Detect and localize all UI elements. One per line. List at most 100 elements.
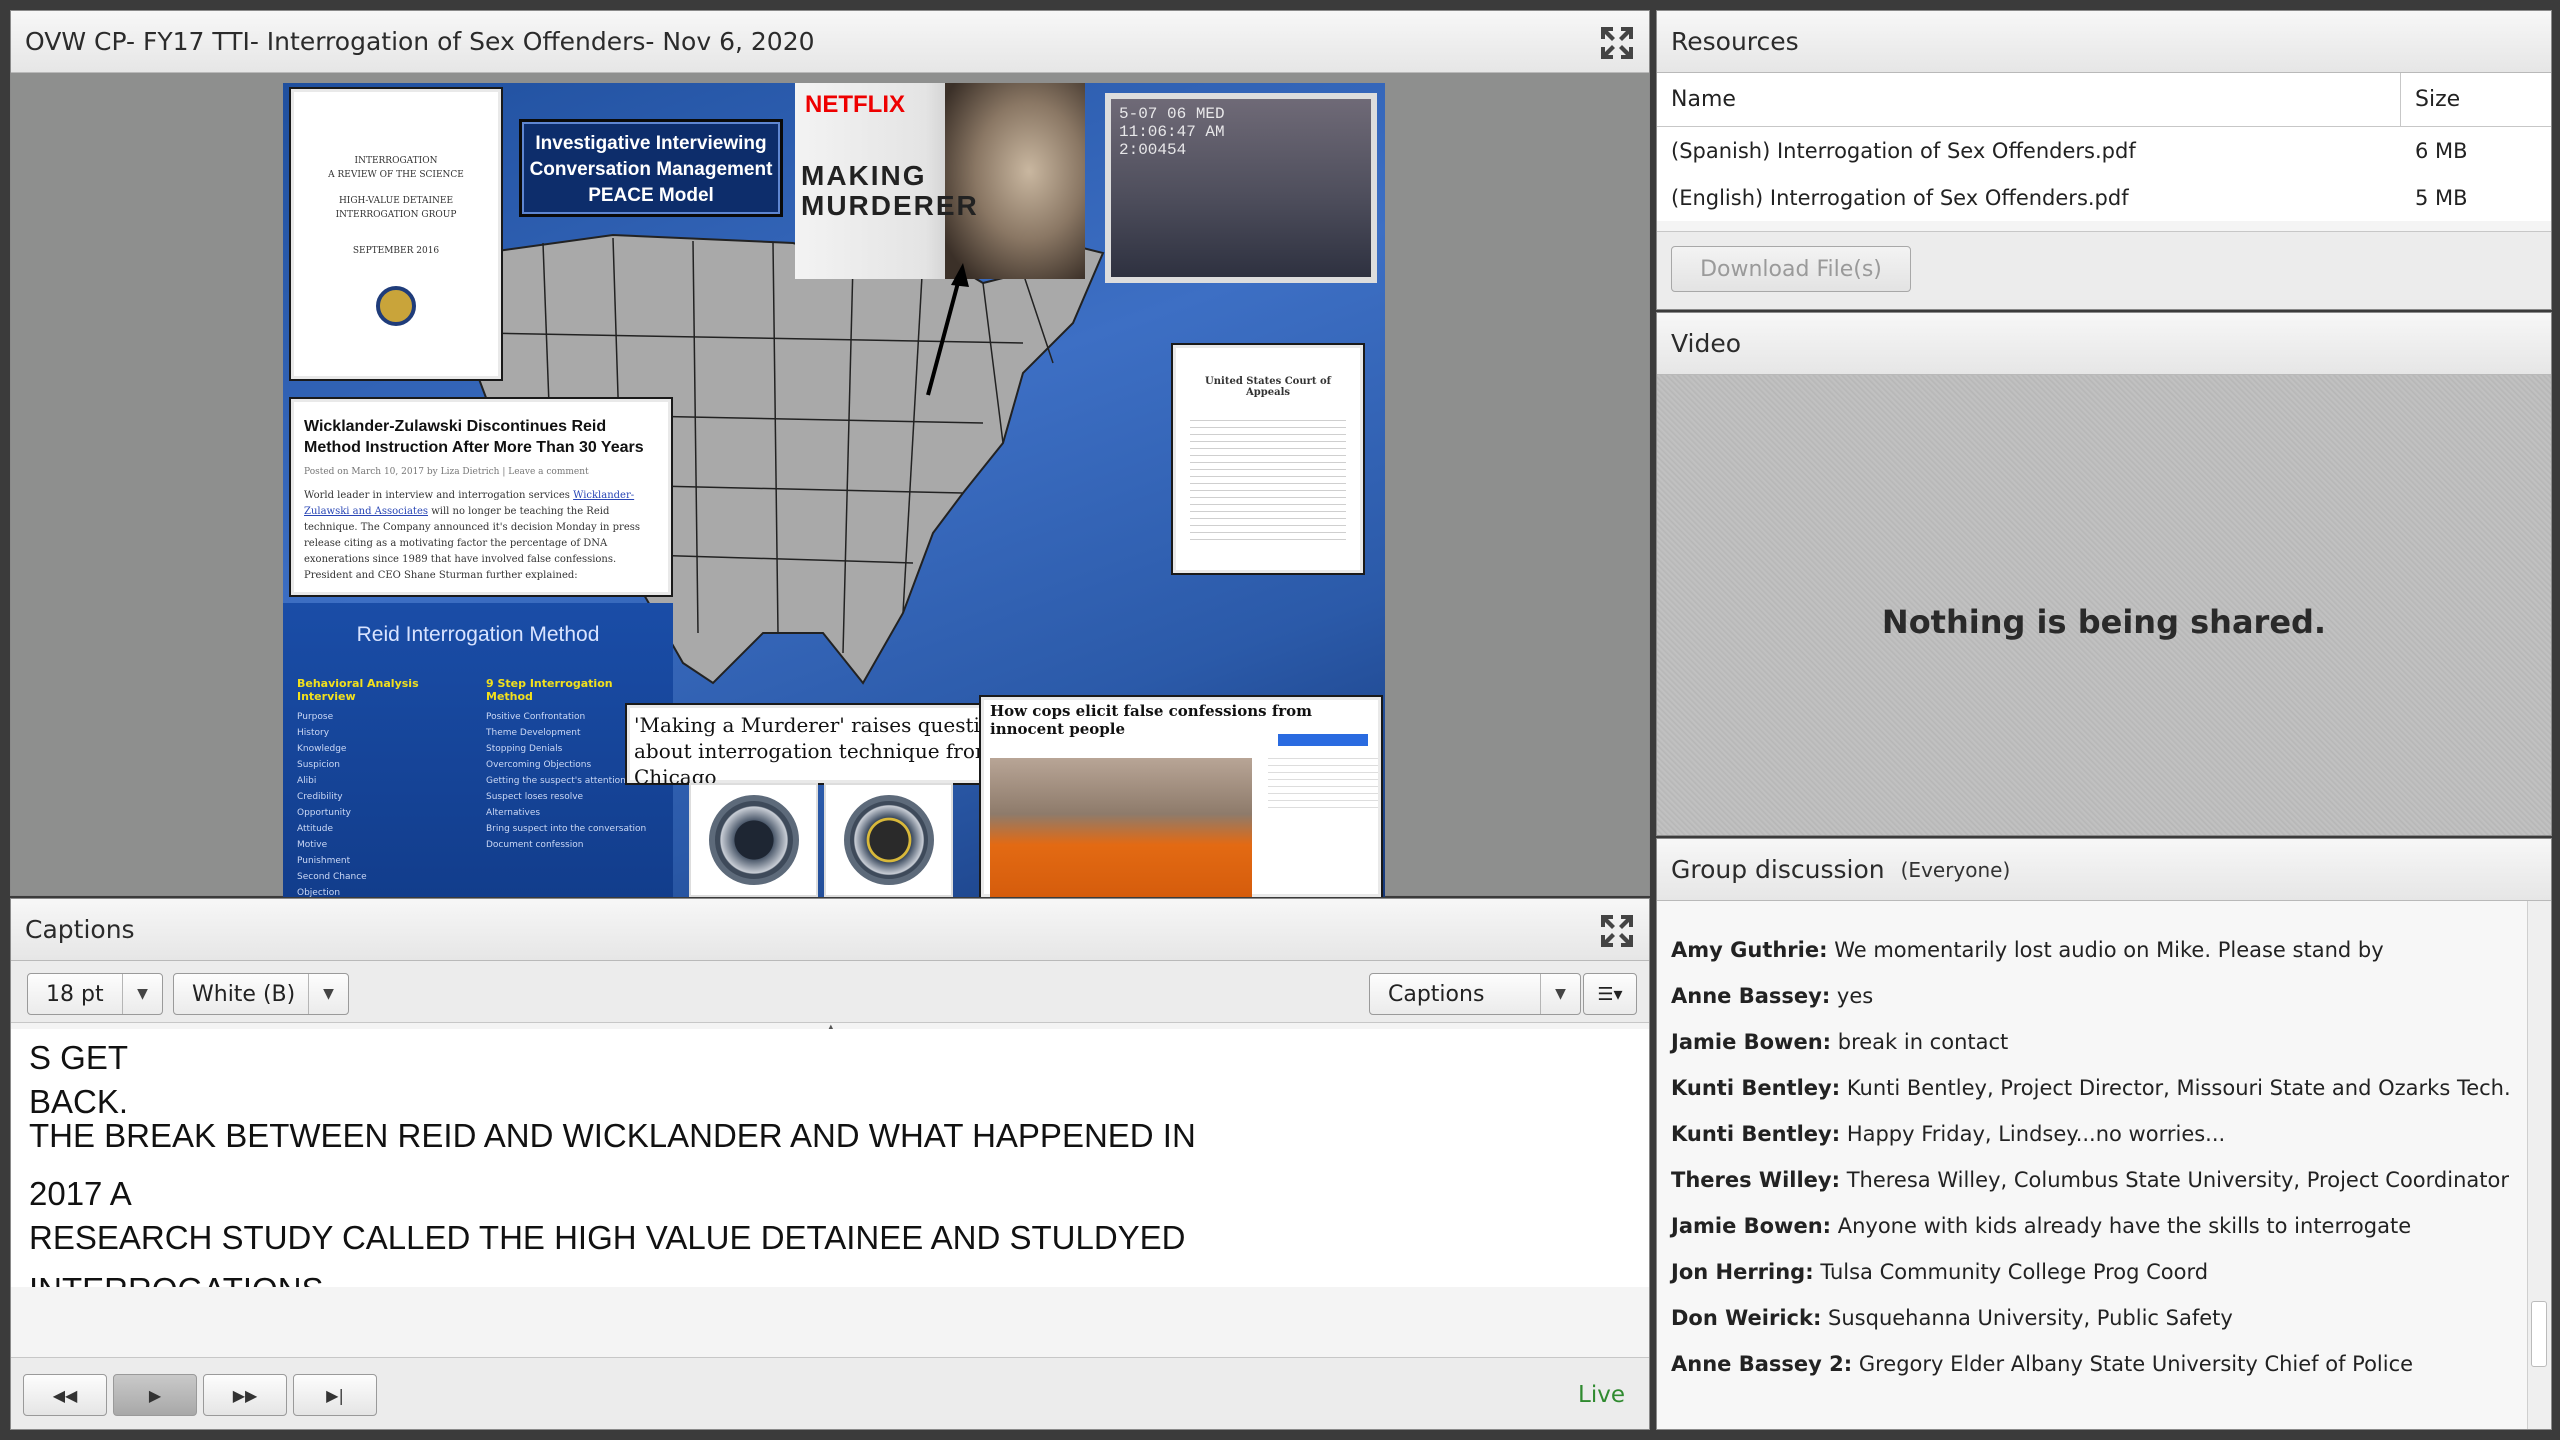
reid-list-item: Knowledge (297, 744, 347, 754)
fullscreen-icon[interactable] (1599, 25, 1635, 61)
chat-user: Don Weirick: (1671, 1306, 1822, 1330)
play-icon: ▶ (148, 1385, 162, 1405)
captions-toolbar: 18 pt ▼ White (B) ▼ Captions ▼ ☰▾ (11, 961, 1649, 1023)
table-row[interactable]: (English) Interrogation of Sex Offenders… (1657, 174, 2551, 221)
video-pod: Video Nothing is being shared. (1656, 312, 2552, 836)
reid-list-item: Document confession (486, 840, 584, 850)
doc-cover-line: HIGH-VALUE DETAINEE INTERROGATION GROUP (335, 196, 457, 220)
presentation-slide: INTERROGATION A REVIEW OF THE SCIENCE HI… (283, 83, 1385, 897)
chat-text: yes (1836, 984, 1874, 1008)
chat-text: Gregory Elder Albany State University Ch… (1858, 1352, 2414, 1376)
chat-user: Kunti Bentley: (1671, 1076, 1841, 1100)
reid-col-head: Behavioral Analysis Interview (297, 677, 419, 703)
doc-cover-line: SEPTEMBER 2016 (352, 246, 440, 256)
caption-mode-dropdown[interactable]: Captions ▼ (1369, 973, 1581, 1015)
netflix-logo: NETFLIX (805, 91, 905, 118)
chevron-down-icon: ▼ (308, 974, 348, 1014)
captions-pod: Captions 18 pt ▼ White (B) ▼ Captions ▼ … (10, 898, 1650, 1430)
video-pod-header: Video (1657, 313, 2551, 375)
chat-text: Happy Friday, Lindsey...no worries... (1846, 1122, 2226, 1146)
reid-list-item: Purpose (297, 712, 334, 722)
table-header: Name Size (1657, 73, 2551, 127)
seal-icon (376, 286, 416, 326)
video-timestamp: 5-07 06 MED 11:06:47 AM 2:00454 (1119, 105, 1225, 159)
wz-article-meta: Posted on March 10, 2017 by Liza Dietric… (304, 467, 589, 477)
chat-text: Theresa Willey, Columbus State Universit… (1846, 1168, 2509, 1192)
caption-line: BACK. (29, 1083, 129, 1120)
timestamp-line: 5-07 06 MED (1119, 105, 1225, 123)
netflix-poster: NETFLIX MAKING MURDERER (795, 83, 1085, 279)
news-article: How cops elicit false confessions from i… (981, 697, 1381, 897)
chat-pod-header: Group discussion (Everyone) (1657, 839, 2551, 901)
caption-line: THE BREAK BETWEEN REID AND WICKLANDER AN… (29, 1117, 1196, 1154)
defendant-photo (990, 758, 1252, 897)
chat-pod: Group discussion (Everyone) Amy Guthrie:… (1656, 838, 2552, 1430)
timestamp-line: 2:00454 (1119, 141, 1187, 159)
caption-text-area: S GET BACK. THE BREAK BETWEEN REID AND W… (11, 1029, 1649, 1287)
peace-line: Conversation Management (529, 159, 773, 180)
reid-list-item: Motive (297, 840, 328, 850)
caption-line: INTERROGATIONS (29, 1261, 1631, 1287)
menu-button[interactable]: ☰▾ (1583, 973, 1637, 1015)
chat-message: Kunti Bentley: Kunti Bentley, Project Di… (1671, 1065, 2513, 1111)
murder-headline: 'Making a Murderer' raises questions abo… (627, 705, 1025, 789)
chat-user: Kunti Bentley: (1671, 1122, 1841, 1146)
color-dropdown[interactable]: White (B) ▼ (173, 973, 349, 1015)
resources-pod-title: Resources (1671, 27, 1799, 56)
captions-pod-header: Captions (11, 899, 1649, 961)
chat-text: Kunti Bentley, Project Director, Missour… (1846, 1076, 2511, 1100)
chat-message: Amy Guthrie: We momentarily lost audio o… (1671, 927, 2513, 973)
file-size: 5 MB (2415, 185, 2468, 210)
scrollbar-thumb[interactable] (2531, 1301, 2547, 1367)
mm-line: MURDERER (801, 190, 979, 221)
live-indicator[interactable]: Live (1578, 1382, 1625, 1408)
chat-message: Kunti Bentley: Happy Friday, Lindsey...n… (1671, 1111, 2513, 1157)
court-document: United States Court of Appeals (1173, 345, 1363, 573)
font-size-dropdown[interactable]: 18 pt ▼ (27, 973, 163, 1015)
chat-message: Jon Herring: Tulsa Community College Pro… (1671, 1249, 2513, 1295)
rewind-button[interactable]: ◀◀ (23, 1374, 107, 1416)
reid-list-item: Suspect loses resolve (486, 792, 584, 802)
caption-line: S GET (29, 1039, 129, 1076)
file-name: (English) Interrogation of Sex Offenders… (1671, 185, 2129, 210)
rewind-icon: ◀◀ (52, 1385, 78, 1405)
video-area: Nothing is being shared. (1657, 375, 2551, 835)
nothing-shared-message: Nothing is being shared. (1881, 603, 2327, 641)
doc-cover-line: INTERROGATION (354, 156, 438, 166)
table-row[interactable]: (Spanish) Interrogation of Sex Offenders… (1657, 127, 2551, 174)
reid-list-item: Attitude (297, 824, 334, 834)
fast-forward-icon: ▶▶ (232, 1385, 258, 1405)
reid-list-item: Opportunity (297, 808, 352, 818)
caption-line: RESEARCH STUDY CALLED THE HIGH VALUE DET… (29, 1219, 1186, 1256)
wz-body-pre: World leader in interview and interrogat… (304, 490, 570, 501)
color-value: White (B) (192, 981, 296, 1007)
chat-messages: Amy Guthrie: We momentarily lost audio o… (1657, 901, 2527, 1429)
caption-mode-value: Captions (1388, 981, 1485, 1007)
skip-to-end-button[interactable]: ▶| (293, 1374, 377, 1416)
column-header-name[interactable]: Name (1657, 73, 2401, 126)
download-files-button[interactable]: Download File(s) (1671, 246, 1911, 292)
files-table: Name Size (Spanish) Interrogation of Sex… (1657, 73, 2551, 221)
captions-footer: ◀◀ ▶ ▶▶ ▶| Live (11, 1357, 1649, 1429)
resources-pod: Resources Name Size (Spanish) Interrogat… (1656, 10, 2552, 310)
chat-message: Don Weirick: Susquehanna University, Pub… (1671, 1295, 2513, 1341)
fullscreen-icon[interactable] (1599, 913, 1635, 949)
chat-user: Theres Willey: (1671, 1168, 1841, 1192)
play-button[interactable]: ▶ (113, 1374, 197, 1416)
fast-forward-button[interactable]: ▶▶ (203, 1374, 287, 1416)
chat-text: We momentarily lost audio on Mike. Pleas… (1834, 938, 2384, 962)
interrogation-photo: 5-07 06 MED 11:06:47 AM 2:00454 (1105, 93, 1377, 283)
news-sidebar (1268, 728, 1378, 888)
chat-pod-title: Group discussion (1671, 855, 1885, 884)
chat-message: Theres Willey: Theresa Willey, Columbus … (1671, 1157, 2513, 1203)
reid-title: Reid Interrogation Method (356, 623, 600, 646)
chevron-down-icon: ▼ (1540, 974, 1580, 1014)
reid-list-item: Objection (297, 888, 341, 897)
column-header-size[interactable]: Size (2401, 87, 2551, 112)
chevron-down-icon: ▼ (122, 974, 162, 1014)
chat-scrollbar[interactable] (2527, 901, 2551, 1429)
caption-line: 2017 A (29, 1175, 132, 1212)
chat-message: Jamie Bowen: Anyone with kids already ha… (1671, 1203, 2513, 1249)
video-pod-title: Video (1671, 329, 1742, 358)
reid-col-head: 9 Step Interrogation Method (486, 677, 613, 703)
